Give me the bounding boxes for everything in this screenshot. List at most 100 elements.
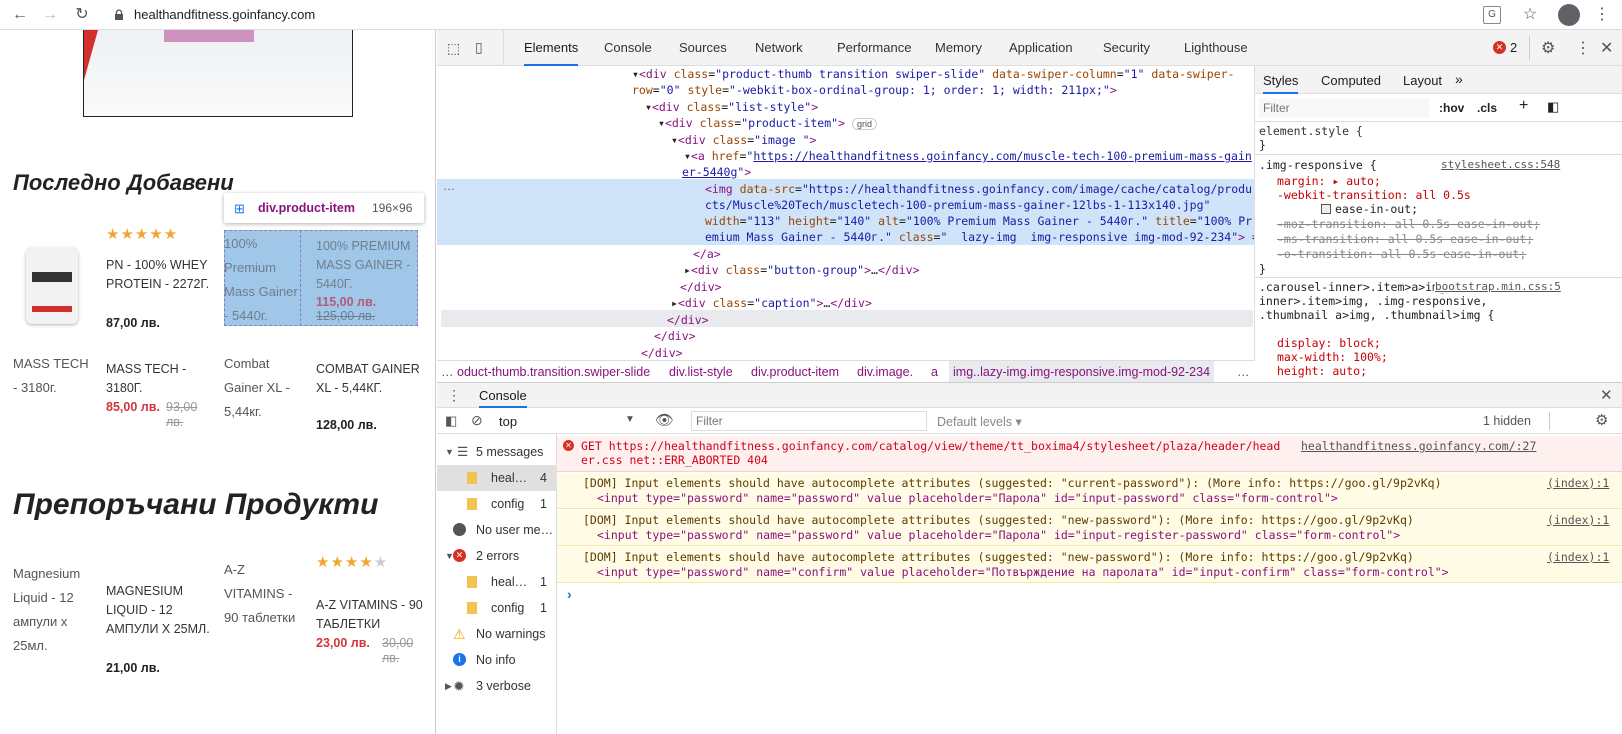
sidebar-item-info[interactable]: i No info bbox=[437, 647, 557, 673]
tab-network[interactable]: Network bbox=[755, 30, 803, 66]
settings-gear-icon[interactable]: ⚙ bbox=[1541, 38, 1555, 58]
css-source-link[interactable]: stylesheet.css:548 bbox=[1441, 158, 1560, 171]
toggle-sidebar-icon[interactable]: ◧ bbox=[1547, 99, 1559, 115]
console-filter-input[interactable] bbox=[691, 411, 927, 431]
tab-styles[interactable]: Styles bbox=[1263, 73, 1299, 94]
product-name[interactable]: COMBAT GAINER XL - 5,44КГ. bbox=[316, 360, 426, 398]
styles-filter-input[interactable] bbox=[1259, 98, 1429, 118]
css-property[interactable]: display: block; bbox=[1277, 336, 1381, 350]
warning-text[interactable]: [DOM] Input elements should have autocom… bbox=[583, 513, 1414, 528]
product-name[interactable]: MASS TECH - 3180Г. bbox=[106, 360, 216, 398]
error-text[interactable]: GET https://healthandfitness.goinfancy.c… bbox=[581, 439, 1280, 454]
dom-node[interactable]: ▾<div class="product-thumb transition sw… bbox=[632, 66, 1234, 83]
more-options-icon[interactable]: ⋮ bbox=[1575, 38, 1591, 58]
forward-icon[interactable]: → bbox=[40, 5, 60, 25]
clear-console-icon[interactable]: ⊘ bbox=[471, 412, 483, 429]
cls-toggle[interactable]: .cls bbox=[1477, 101, 1497, 115]
product-name[interactable]: MAGNESIUM LIQUID - 12 АМПУЛИ Х 25МЛ. bbox=[106, 582, 216, 639]
error-icon[interactable]: ✕ bbox=[1493, 41, 1506, 54]
tab-console[interactable]: Console bbox=[604, 30, 652, 66]
breadcrumb-ellipsis[interactable]: … bbox=[441, 361, 454, 382]
product-name[interactable]: A-Z VITAMINS - 90 ТАБЛЕТКИ bbox=[316, 596, 426, 634]
error-source-link[interactable]: healthandfitness.goinfancy.com/:27 bbox=[1301, 439, 1537, 454]
sidebar-item-file[interactable]: config 1 bbox=[437, 595, 557, 621]
tab-performance[interactable]: Performance bbox=[837, 30, 911, 66]
drawer-tab-console[interactable]: Console bbox=[479, 388, 527, 408]
css-property-overridden[interactable]: -moz-transition: all 0.5s ease-in-out; bbox=[1277, 217, 1540, 231]
breadcrumb-item[interactable]: div.list-style bbox=[669, 361, 733, 382]
product-image-alt[interactable]: Combat Gainer XL - 5,44кг. bbox=[224, 352, 304, 424]
tab-application[interactable]: Application bbox=[1009, 30, 1073, 66]
sidebar-item-warnings[interactable]: ⚠ No warnings bbox=[437, 621, 557, 647]
sidebar-item-user-messages[interactable]: No user me… bbox=[437, 517, 557, 543]
dom-node[interactable]: ▾<div class="image "> bbox=[671, 132, 816, 149]
warning-text[interactable]: [DOM] Input elements should have autocom… bbox=[583, 550, 1414, 565]
console-settings-gear-icon[interactable]: ⚙ bbox=[1595, 411, 1608, 429]
tab-lighthouse[interactable]: Lighthouse bbox=[1184, 30, 1248, 66]
hov-toggle[interactable]: :hov bbox=[1439, 101, 1464, 115]
css-property[interactable]: max-width: 100%; bbox=[1277, 350, 1388, 364]
breadcrumb-item[interactable]: oduct-thumb.transition.swiper-slide bbox=[457, 361, 650, 382]
product-image-alt[interactable]: A-Z VITAMINS - 90 таблетки bbox=[224, 558, 304, 630]
css-selector[interactable]: .img-responsive { bbox=[1259, 158, 1377, 172]
chevron-down-icon[interactable]: ▼ bbox=[625, 414, 635, 425]
css-property[interactable]: -webkit-transition: all 0.5s bbox=[1277, 188, 1471, 202]
node-menu-ellipsis[interactable]: … bbox=[443, 179, 455, 193]
warning-source-link[interactable]: (index):1 bbox=[1547, 550, 1609, 565]
breadcrumb-item[interactable]: div.image. bbox=[857, 361, 913, 382]
bookmark-star-icon[interactable]: ☆ bbox=[1520, 5, 1540, 25]
tab-memory[interactable]: Memory bbox=[935, 30, 982, 66]
breadcrumb-item-selected[interactable]: img..lazy-img.img-responsive.img-mod-92-… bbox=[949, 361, 1215, 382]
tab-elements[interactable]: Elements bbox=[524, 30, 579, 66]
more-tabs-icon[interactable]: » bbox=[1455, 71, 1463, 87]
warning-code[interactable]: <input type="password" name="confirm" va… bbox=[597, 565, 1449, 580]
product-image-alt[interactable]: 100% Premium Mass Gainer - 5440г. bbox=[224, 232, 302, 328]
console-prompt-icon[interactable]: › bbox=[567, 586, 572, 602]
console-warning-message[interactable]: [DOM] Input elements should have autocom… bbox=[557, 510, 1622, 546]
breadcrumb-item[interactable]: a bbox=[931, 361, 938, 382]
reload-icon[interactable]: ↻ bbox=[72, 5, 92, 25]
product-name[interactable]: 100% PREMIUM MASS GAINER - 5440Г. bbox=[316, 237, 420, 294]
css-property-overridden[interactable]: -ms-transition: all 0.5s ease-in-out; bbox=[1277, 232, 1533, 246]
log-levels-dropdown[interactable]: Default levels ▾ bbox=[937, 414, 1022, 429]
warning-source-link[interactable]: (index):1 bbox=[1547, 476, 1609, 491]
element-style-rule[interactable]: element.style { bbox=[1259, 124, 1363, 138]
warning-code[interactable]: <input type="password" name="password" v… bbox=[597, 491, 1338, 506]
sidebar-item-file[interactable]: config 1 bbox=[437, 491, 557, 517]
warning-source-link[interactable]: (index):1 bbox=[1547, 513, 1609, 528]
css-source-link[interactable]: bootstrap.min.css:5 bbox=[1435, 280, 1561, 293]
close-drawer-icon[interactable]: ✕ bbox=[1600, 386, 1613, 404]
back-icon[interactable]: ← bbox=[10, 5, 30, 25]
add-rule-icon[interactable]: + bbox=[1519, 97, 1528, 115]
sidebar-item-file[interactable]: heal… 1 bbox=[437, 569, 557, 595]
dom-node[interactable]: ▾<a href="https://healthandfitness.goinf… bbox=[684, 148, 1252, 165]
sidebar-item-verbose[interactable]: ▶ ✹ 3 verbose bbox=[437, 673, 557, 699]
inspect-element-icon[interactable]: ⬚ bbox=[447, 40, 460, 57]
profile-avatar-icon[interactable] bbox=[1558, 4, 1580, 26]
console-input[interactable] bbox=[581, 584, 1611, 602]
breadcrumb-more[interactable]: … bbox=[1237, 361, 1250, 382]
browser-menu-icon[interactable]: ⋮ bbox=[1592, 5, 1612, 25]
product-image-whey[interactable] bbox=[20, 244, 84, 332]
sidebar-toggle-icon[interactable]: ◧ bbox=[445, 413, 457, 429]
easing-editor-icon[interactable] bbox=[1321, 204, 1331, 214]
tab-security[interactable]: Security bbox=[1103, 30, 1150, 66]
css-property[interactable]: height: auto; bbox=[1277, 364, 1367, 378]
translate-icon[interactable]: G bbox=[1483, 6, 1501, 24]
error-count[interactable]: 2 bbox=[1510, 40, 1517, 55]
product-image-alt[interactable]: MASS TECH - 3180г. bbox=[13, 352, 93, 400]
tab-sources[interactable]: Sources bbox=[679, 30, 727, 66]
dom-node[interactable]: ▾<div class="product-item"> grid bbox=[658, 115, 877, 133]
css-property[interactable]: margin: ▸ auto; bbox=[1277, 174, 1381, 188]
dom-node-img[interactable]: <img data-src="https://healthandfitness.… bbox=[705, 181, 1252, 198]
address-bar[interactable]: healthandfitness.goinfancy.com bbox=[134, 6, 1494, 24]
dom-node[interactable]: ▸<div class="button-group">…</div> bbox=[684, 262, 920, 279]
live-expression-eye-icon[interactable]: 👁 bbox=[655, 411, 674, 429]
product-image-alt[interactable]: Magnesium Liquid - 12 ампули x 25мл. bbox=[13, 562, 93, 658]
console-error-message[interactable]: ✕ GET https://healthandfitness.goinfancy… bbox=[557, 436, 1622, 472]
warning-text[interactable]: [DOM] Input elements should have autocom… bbox=[583, 476, 1442, 491]
close-devtools-icon[interactable]: ✕ bbox=[1600, 38, 1613, 58]
tab-computed[interactable]: Computed bbox=[1321, 73, 1381, 88]
product-name[interactable]: PN - 100% WHEY PROTEIN - 2272Г. bbox=[106, 256, 216, 294]
warning-code[interactable]: <input type="password" name="password" v… bbox=[597, 528, 1400, 543]
